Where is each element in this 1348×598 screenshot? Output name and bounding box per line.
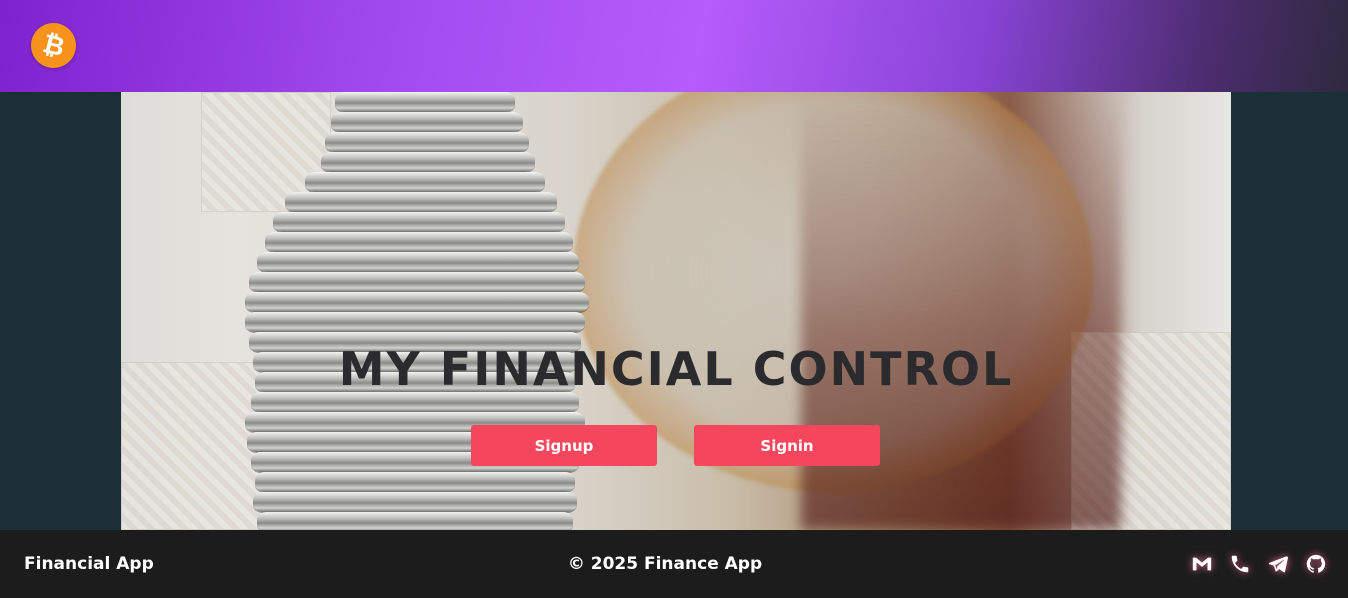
main-content: MY FINANCIAL CONTROL Signup Signin: [0, 92, 1348, 530]
coin-decoration: [257, 252, 579, 272]
page-footer: Financial App © 2025 Finance App: [0, 530, 1348, 598]
coin-decoration: [273, 212, 565, 232]
coin-decoration: [253, 492, 577, 512]
bitcoin-logo-icon[interactable]: ₿: [31, 23, 76, 68]
github-icon[interactable]: [1304, 552, 1328, 576]
hero-banner: MY FINANCIAL CONTROL Signup Signin: [121, 92, 1231, 530]
coin-decoration: [257, 512, 573, 530]
gmail-icon[interactable]: [1190, 552, 1214, 576]
coin-decoration: [249, 272, 585, 292]
coin-decoration: [325, 132, 529, 152]
hero-title: MY FINANCIAL CONTROL: [338, 342, 1014, 396]
coin-decoration: [285, 192, 557, 212]
phone-icon[interactable]: [1228, 552, 1252, 576]
footer-copyright: © 2025 Finance App: [567, 554, 763, 574]
coin-decoration: [255, 472, 575, 492]
top-header: ₿: [0, 0, 1348, 92]
coin-decoration: [305, 172, 545, 192]
coin-decoration: [331, 112, 523, 132]
telegram-icon[interactable]: [1266, 552, 1290, 576]
coin-decoration: [321, 152, 535, 172]
coin-decoration: [335, 92, 515, 112]
coin-decoration: [245, 292, 589, 312]
coin-decoration: [265, 232, 573, 252]
bitcoin-logo-glyph: ₿: [39, 28, 68, 63]
footer-social-links: [1190, 552, 1328, 576]
coin-decoration: [245, 312, 585, 332]
signup-button[interactable]: Signup: [471, 425, 657, 466]
signin-button[interactable]: Signin: [694, 425, 880, 466]
